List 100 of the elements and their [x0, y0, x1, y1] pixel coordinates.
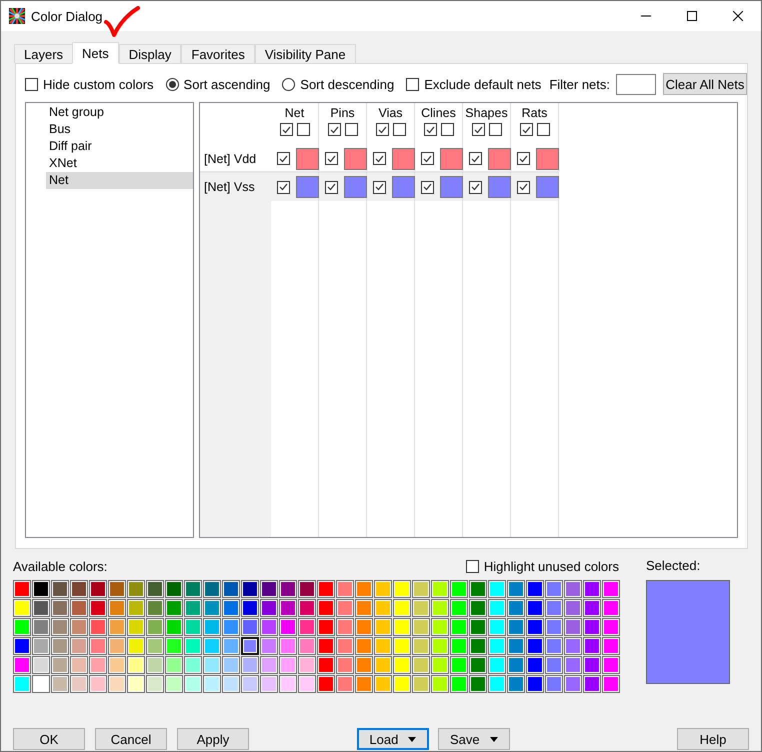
color-cell[interactable]: [127, 618, 145, 636]
color-cell[interactable]: [545, 656, 563, 674]
color-cell[interactable]: [165, 580, 183, 598]
color-cell[interactable]: [336, 618, 354, 636]
color-cell[interactable]: [241, 599, 259, 617]
color-cell[interactable]: [583, 656, 601, 674]
color-cell[interactable]: [279, 637, 297, 655]
checkbox[interactable]: [277, 152, 290, 165]
checkbox[interactable]: [421, 152, 434, 165]
color-cell[interactable]: [260, 637, 278, 655]
color-cell[interactable]: [564, 599, 582, 617]
checkbox[interactable]: [328, 123, 340, 136]
color-cell[interactable]: [279, 580, 297, 598]
color-cell[interactable]: [488, 656, 506, 674]
color-swatch[interactable]: [440, 176, 463, 198]
color-cell[interactable]: [488, 675, 506, 693]
color-cell[interactable]: [526, 656, 544, 674]
color-cell[interactable]: [412, 637, 430, 655]
checkbox[interactable]: [472, 123, 484, 136]
tab[interactable]: Display: [118, 44, 182, 63]
color-cell[interactable]: [412, 618, 430, 636]
color-cell[interactable]: [127, 656, 145, 674]
color-cell[interactable]: [507, 618, 525, 636]
color-swatch[interactable]: [296, 148, 319, 170]
color-swatch[interactable]: [488, 148, 511, 170]
color-cell[interactable]: [13, 637, 31, 655]
color-cell[interactable]: [374, 618, 392, 636]
color-swatch[interactable]: [344, 148, 367, 170]
color-cell[interactable]: [450, 618, 468, 636]
color-cell[interactable]: [545, 599, 563, 617]
tab[interactable]: Visibility Pane: [254, 44, 356, 63]
dropdown-button[interactable]: Save: [438, 728, 510, 750]
color-cell[interactable]: [602, 675, 620, 693]
color-cell[interactable]: [127, 675, 145, 693]
color-cell[interactable]: [317, 675, 335, 693]
checkbox[interactable]: [520, 123, 532, 136]
color-cell[interactable]: [260, 580, 278, 598]
color-cell[interactable]: [279, 656, 297, 674]
color-cell[interactable]: [431, 580, 449, 598]
tab[interactable]: Nets: [72, 42, 119, 64]
color-cell[interactable]: [488, 599, 506, 617]
color-cell[interactable]: [412, 656, 430, 674]
color-cell[interactable]: [89, 599, 107, 617]
filter-field[interactable]: [616, 74, 656, 94]
color-cell[interactable]: [564, 580, 582, 598]
checkbox[interactable]: [280, 123, 292, 136]
color-cell[interactable]: [260, 599, 278, 617]
color-cell[interactable]: [51, 599, 69, 617]
color-cell[interactable]: [393, 637, 411, 655]
color-cell[interactable]: [469, 656, 487, 674]
color-cell[interactable]: [602, 599, 620, 617]
color-swatch[interactable]: [536, 148, 559, 170]
color-cell[interactable]: [431, 618, 449, 636]
color-cell[interactable]: [355, 656, 373, 674]
color-cell[interactable]: [526, 618, 544, 636]
color-cell[interactable]: [336, 599, 354, 617]
color-cell[interactable]: [13, 618, 31, 636]
list-item[interactable]: Diff pair: [46, 138, 193, 155]
color-cell[interactable]: [108, 675, 126, 693]
checkbox[interactable]: [325, 180, 338, 194]
clear-all-nets-button[interactable]: Clear All Nets: [663, 73, 747, 95]
color-cell[interactable]: [545, 618, 563, 636]
color-cell[interactable]: [469, 618, 487, 636]
color-cell[interactable]: [13, 580, 31, 598]
checkbox[interactable]: [344, 123, 358, 136]
checkbox[interactable]: [469, 180, 482, 194]
color-cell[interactable]: [355, 599, 373, 617]
color-cell[interactable]: [488, 637, 506, 655]
checkbox[interactable]: [373, 180, 386, 194]
color-cell[interactable]: [583, 599, 601, 617]
color-cell[interactable]: [222, 618, 240, 636]
color-cell[interactable]: [89, 675, 107, 693]
color-cell[interactable]: [355, 580, 373, 598]
list-item[interactable]: Net: [46, 172, 193, 189]
color-cell[interactable]: [431, 656, 449, 674]
color-cell[interactable]: [393, 599, 411, 617]
color-cell[interactable]: [203, 675, 221, 693]
color-cell[interactable]: [298, 637, 316, 655]
color-cell[interactable]: [32, 580, 50, 598]
dropdown-button[interactable]: Load: [356, 728, 429, 750]
color-cell[interactable]: [13, 675, 31, 693]
color-cell[interactable]: [165, 637, 183, 655]
color-cell[interactable]: [32, 637, 50, 655]
color-cell[interactable]: [450, 675, 468, 693]
dialog-button[interactable]: Help: [677, 728, 749, 750]
color-cell[interactable]: [298, 580, 316, 598]
color-cell[interactable]: [165, 599, 183, 617]
color-cell[interactable]: [545, 637, 563, 655]
color-cell[interactable]: [564, 637, 582, 655]
color-cell[interactable]: [431, 675, 449, 693]
color-cell[interactable]: [89, 618, 107, 636]
color-swatch[interactable]: [392, 176, 415, 198]
color-cell[interactable]: [146, 675, 164, 693]
color-cell[interactable]: [374, 656, 392, 674]
color-cell[interactable]: [469, 675, 487, 693]
color-cell[interactable]: [165, 618, 183, 636]
list-item[interactable]: Bus: [46, 121, 193, 138]
color-cell[interactable]: [545, 675, 563, 693]
color-cell[interactable]: [317, 656, 335, 674]
color-cell[interactable]: [127, 637, 145, 655]
